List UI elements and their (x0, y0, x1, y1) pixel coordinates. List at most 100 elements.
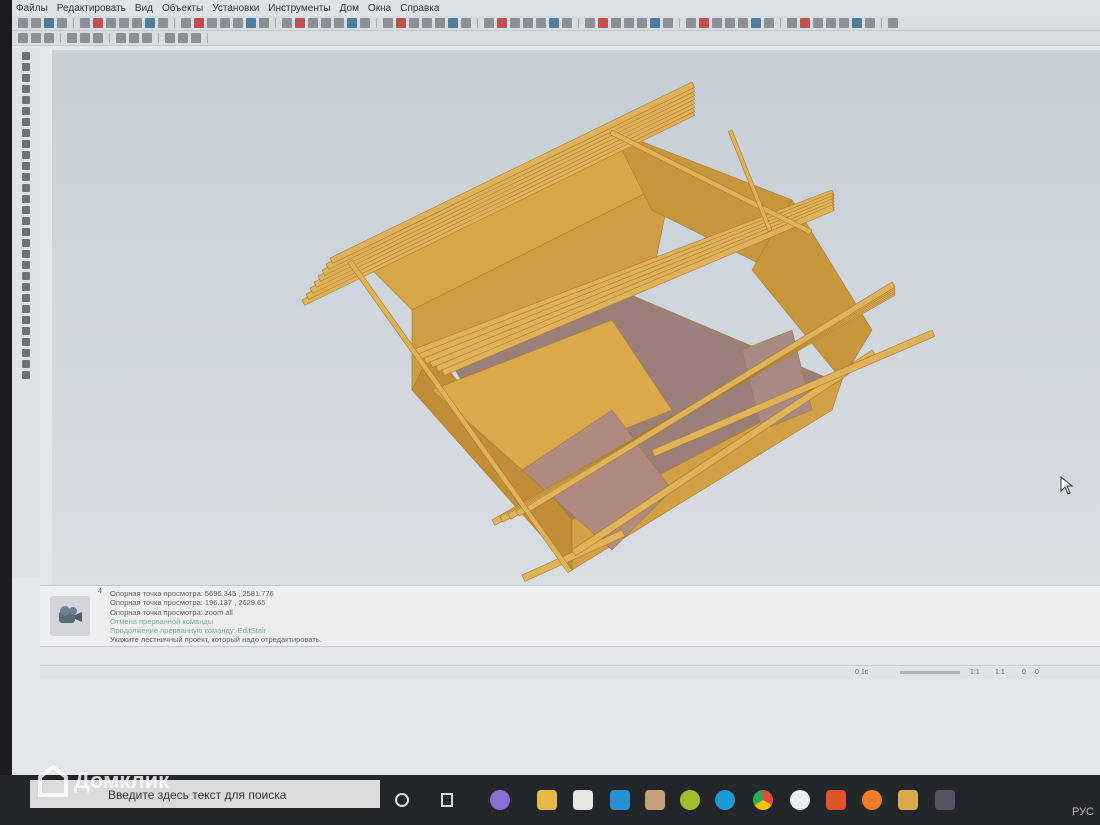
toolbar-button-icon[interactable] (22, 151, 30, 159)
toolbar-button-icon[interactable] (686, 18, 696, 28)
toolbar-button-icon[interactable] (178, 33, 188, 43)
toolbar-button-icon[interactable] (813, 18, 823, 28)
toolbar-button-icon[interactable] (22, 74, 30, 82)
mail-icon[interactable] (610, 790, 630, 810)
toolbar-button-icon[interactable] (510, 18, 520, 28)
toolbar-button-icon[interactable] (22, 228, 30, 236)
toolbar-button-icon[interactable] (800, 18, 810, 28)
toolbar-button-icon[interactable] (461, 18, 471, 28)
toolbar-button-icon[interactable] (22, 63, 30, 71)
app-icon[interactable] (680, 790, 700, 810)
toolbar-button-icon[interactable] (888, 18, 898, 28)
toolbar-button-icon[interactable] (22, 349, 30, 357)
toolbar-button-icon[interactable] (787, 18, 797, 28)
menu-settings[interactable]: Установки (212, 3, 259, 14)
toolbar-button-icon[interactable] (383, 18, 393, 28)
menu-house[interactable]: Дом (340, 3, 359, 14)
toolbar-button-icon[interactable] (852, 18, 862, 28)
menu-windows[interactable]: Окна (368, 3, 391, 14)
toolbar-button-icon[interactable] (109, 33, 110, 43)
toolbar-button-icon[interactable] (839, 18, 849, 28)
toolbar-button-icon[interactable] (22, 140, 30, 148)
toolbar-button-icon[interactable] (22, 261, 30, 269)
toolbar-button-icon[interactable] (22, 316, 30, 324)
toolbar-button-icon[interactable] (275, 18, 276, 28)
app-icon[interactable] (935, 790, 955, 810)
toolbar-button-icon[interactable] (523, 18, 533, 28)
toolbar-button-icon[interactable] (233, 18, 243, 28)
toolbar-button-icon[interactable] (497, 18, 507, 28)
toolbar-button-icon[interactable] (207, 18, 217, 28)
toolbar-button-icon[interactable] (207, 33, 208, 43)
yandex-browser-icon[interactable] (790, 790, 810, 810)
toolbar-button-icon[interactable] (611, 18, 621, 28)
toolbar-button-icon[interactable] (116, 33, 126, 43)
toolbar-button-icon[interactable] (699, 18, 709, 28)
toolbar-button-icon[interactable] (751, 18, 761, 28)
toolbar-button-icon[interactable] (22, 206, 30, 214)
toolbar-button-icon[interactable] (663, 18, 673, 28)
toolbar-button-icon[interactable] (22, 338, 30, 346)
toolbar-button-icon[interactable] (409, 18, 419, 28)
toolbar-button-icon[interactable] (321, 18, 331, 28)
zoom-slider[interactable] (900, 671, 960, 674)
toolbar-button-icon[interactable] (484, 18, 494, 28)
toolbar-button-icon[interactable] (132, 18, 142, 28)
toolbar-button-icon[interactable] (22, 129, 30, 137)
toolbar-button-icon[interactable] (18, 33, 28, 43)
toolbar-button-icon[interactable] (549, 18, 559, 28)
toolbar-button-icon[interactable] (194, 18, 204, 28)
toolbar-button-icon[interactable] (22, 283, 30, 291)
toolbar-button-icon[interactable] (22, 217, 30, 225)
toolbar-button-icon[interactable] (422, 18, 432, 28)
toolbar-button-icon[interactable] (650, 18, 660, 28)
toolbar-button-icon[interactable] (22, 327, 30, 335)
cad-app-icon[interactable] (898, 790, 918, 810)
toolbar-button-icon[interactable] (129, 33, 139, 43)
toolbar-button-icon[interactable] (22, 305, 30, 313)
alice-icon[interactable] (490, 790, 510, 810)
toolbar-button-icon[interactable] (477, 18, 478, 28)
toolbar-button-icon[interactable] (67, 33, 77, 43)
toolbar-button-icon[interactable] (881, 18, 882, 28)
toolbar-button-icon[interactable] (22, 360, 30, 368)
toolbar-button-icon[interactable] (44, 18, 54, 28)
toolbar-button-icon[interactable] (578, 18, 579, 28)
toolbar-button-icon[interactable] (60, 33, 61, 43)
toolbar-button-icon[interactable] (259, 18, 269, 28)
toolbar-button-icon[interactable] (22, 272, 30, 280)
toolbar-button-icon[interactable] (360, 18, 370, 28)
toolbar-button-icon[interactable] (145, 18, 155, 28)
toolbar-button-icon[interactable] (246, 18, 256, 28)
file-explorer-icon[interactable] (537, 790, 557, 810)
edge-icon[interactable] (715, 790, 735, 810)
toolbar-button-icon[interactable] (165, 33, 175, 43)
toolbar-button-icon[interactable] (31, 33, 41, 43)
toolbar-button-icon[interactable] (22, 184, 30, 192)
toolbar-button-icon[interactable] (22, 294, 30, 302)
toolbar-button-icon[interactable] (585, 18, 595, 28)
toolbar-button-icon[interactable] (712, 18, 722, 28)
office-icon[interactable] (826, 790, 846, 810)
toolbar-button-icon[interactable] (562, 18, 572, 28)
toolbar-button-icon[interactable] (22, 85, 30, 93)
toolbar-button-icon[interactable] (637, 18, 647, 28)
toolbar-button-icon[interactable] (347, 18, 357, 28)
toolbar-button-icon[interactable] (220, 18, 230, 28)
toolbar-button-icon[interactable] (18, 18, 28, 28)
toolbar-button-icon[interactable] (725, 18, 735, 28)
toolbar-button-icon[interactable] (598, 18, 608, 28)
toolbar-button-icon[interactable] (282, 18, 292, 28)
toolbar-button-icon[interactable] (80, 33, 90, 43)
menu-view[interactable]: Вид (135, 3, 153, 14)
toolbar-button-icon[interactable] (865, 18, 875, 28)
task-view-icon[interactable] (437, 790, 457, 810)
toolbar-button-icon[interactable] (44, 33, 54, 43)
menu-tools[interactable]: Инструменты (268, 3, 330, 14)
toolbar-button-icon[interactable] (22, 371, 30, 379)
toolbar-button-icon[interactable] (142, 33, 152, 43)
toolbar-button-icon[interactable] (106, 18, 116, 28)
menu-files[interactable]: Файлы (16, 3, 48, 14)
toolbar-button-icon[interactable] (22, 96, 30, 104)
toolbar-button-icon[interactable] (93, 33, 103, 43)
